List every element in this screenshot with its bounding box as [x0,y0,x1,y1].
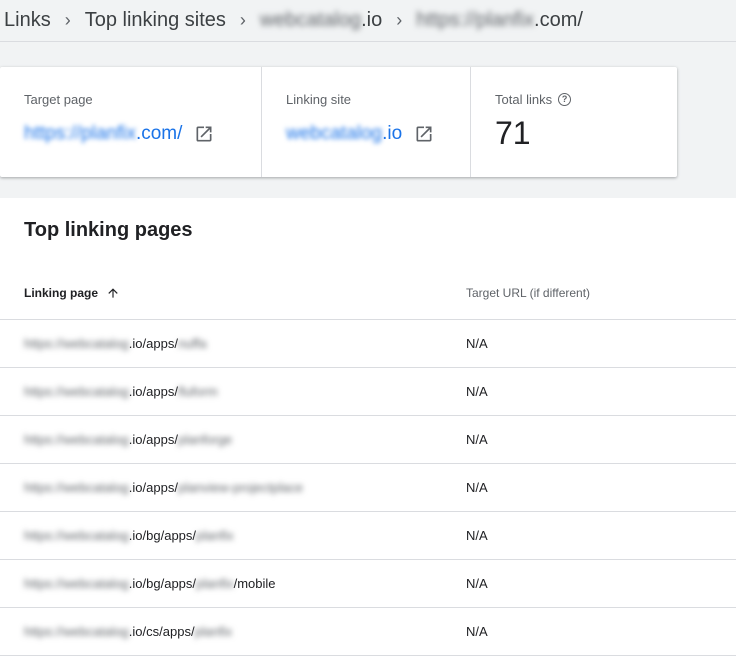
linking-page-url[interactable]: https://webcatalog.io/bg/apps/planfix [0,528,466,543]
redacted-text: planview-projectplace [177,480,303,495]
table-row[interactable]: https://webcatalog.io/bg/apps/planfix N/A [0,512,736,560]
breadcrumb-target-suffix: .com/ [534,9,583,31]
linking-page-url[interactable]: https://webcatalog.io/apps/planview-proj… [0,480,466,495]
arrow-upward-icon [108,287,118,298]
linking-page-url[interactable]: https://webcatalog.io/bg/apps/planfix/mo… [0,576,466,591]
chevron-right-icon: › [239,10,246,30]
linking-page-url[interactable]: https://webcatalog.io/cs/apps/planfix [0,624,466,639]
help-outline-icon[interactable]: ? [558,93,572,106]
target-url-value: N/A [466,624,488,639]
total-links-value: 71 [495,115,531,151]
target-url-value: N/A [466,336,488,351]
section-title: Top linking pages [24,219,193,241]
chevron-right-icon: › [64,10,71,30]
target-page-suffix: .com/ [135,123,183,144]
breadcrumb-site-suffix: .io [361,9,383,31]
linking-site-card: Linking site webcatalog .io [262,67,471,177]
open-in-new-icon[interactable] [194,124,214,144]
redacted-text: planfix [196,528,234,543]
redacted-text: fluform [177,384,218,399]
url-path: .io/bg/apps/ [128,576,197,591]
url-path: .io/apps/ [128,432,178,447]
column-header-linking-page[interactable]: Linking page [0,286,466,300]
redacted-text: https://webcatalog [24,384,129,399]
target-page-label: Target page [24,92,93,107]
linking-page-url[interactable]: https://webcatalog.io/apps/nuffa [0,336,466,351]
target-url-value: N/A [466,384,488,399]
url-path: .io/bg/apps/ [128,528,197,543]
chevron-right-icon: › [396,10,403,30]
breadcrumb-links[interactable]: Links [4,9,51,32]
open-in-new-icon[interactable] [414,124,434,144]
redacted-text: planforge [177,432,233,447]
target-page-link[interactable]: https://planfix .com/ [24,123,214,145]
table-row[interactable]: https://webcatalog.io/bg/apps/planfix/mo… [0,560,736,608]
table-row[interactable]: https://webcatalog.io/apps/fluform N/A [0,368,736,416]
table-row[interactable]: https://webcatalog.io/cs/apps/planfix N/A [0,608,736,656]
linking-site-link[interactable]: webcatalog .io [286,123,434,145]
target-url-value: N/A [466,432,488,447]
url-path: .io/apps/ [128,480,178,495]
redacted-text: https://planfix [416,9,535,31]
target-page-card: Target page https://planfix .com/ [0,67,262,177]
redacted-text: https://webcatalog [24,432,129,447]
url-suffix: /mobile [233,576,276,591]
linking-page-url[interactable]: https://webcatalog.io/apps/fluform [0,384,466,399]
target-url-value: N/A [466,576,488,591]
linking-page-url[interactable]: https://webcatalog.io/apps/planforge [0,432,466,447]
target-url-value: N/A [466,480,488,495]
redacted-text: https://webcatalog [24,336,129,351]
redacted-text: https://webcatalog [24,528,129,543]
linking-site-label: Linking site [286,92,352,107]
redacted-text: https://webcatalog [24,480,129,495]
table-row[interactable]: https://webcatalog.io/apps/planview-proj… [0,464,736,512]
redacted-text: planfix [196,576,234,591]
redacted-text: https://webcatalog [24,576,129,591]
url-path: .io/apps/ [128,336,178,351]
breadcrumb-target-page: https://planfix.com/ [416,9,583,32]
redacted-text: https://planfix [24,123,136,144]
table-row[interactable]: https://webcatalog.io/apps/nuffa N/A [0,320,736,368]
redacted-text: nuffa [177,336,207,351]
redacted-text: planfix [194,624,233,639]
url-path: .io/apps/ [128,384,178,399]
redacted-text: https://webcatalog [24,624,129,639]
total-links-card: Total links ? 71 [471,67,677,177]
breadcrumb: Links › Top linking sites › webcatalog.i… [0,0,736,42]
total-links-label: Total links ? [495,92,572,107]
redacted-text: webcatalog [286,123,383,144]
breadcrumb-linking-site[interactable]: webcatalog.io [260,9,382,32]
breadcrumb-top-linking-sites[interactable]: Top linking sites [85,9,226,32]
url-path: .io/cs/apps/ [128,624,195,639]
table-header: Linking page Target URL (if different) [0,266,736,320]
target-url-value: N/A [466,528,488,543]
linking-pages-table: Linking page Target URL (if different) h… [0,266,736,656]
table-row[interactable]: https://webcatalog.io/apps/planforge N/A [0,416,736,464]
column-header-target-url[interactable]: Target URL (if different) [466,286,590,300]
redacted-text: webcatalog [259,9,362,31]
summary-card: Target page https://planfix .com/ Linking… [0,67,677,177]
linking-site-suffix: .io [382,123,403,144]
